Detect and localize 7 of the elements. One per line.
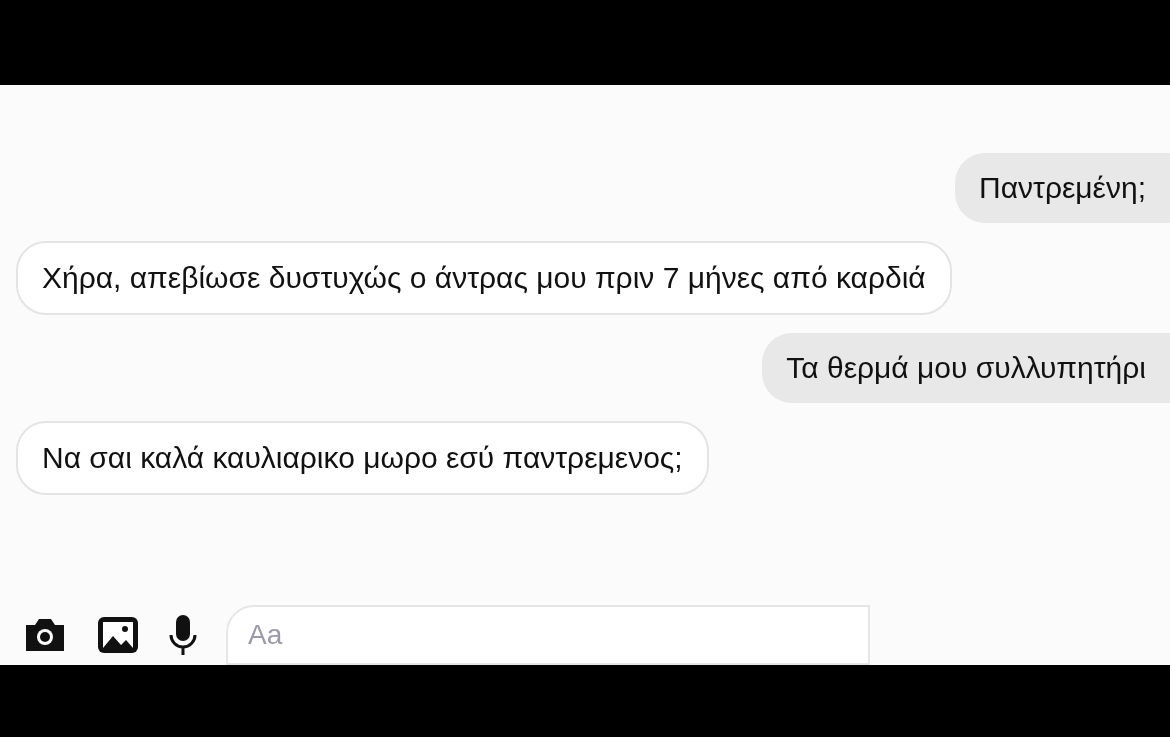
message-bubble: Να σαι καλά καυλιαρικο μωρο εσύ παντρεμενος; — [16, 421, 709, 495]
message-input[interactable]: Aa — [226, 605, 870, 665]
microphone-icon[interactable] — [168, 613, 198, 657]
message-bubble: Παντρεμένη; — [955, 153, 1170, 223]
message-bubble: Χήρα, απεβίωσε δυστυχώς ο άντρας μου πριν 7 μήνες από καρδιά — [16, 241, 952, 315]
message-bubble: Τα θερμά μου συλλυπητήρι — [762, 333, 1170, 403]
image-icon[interactable] — [96, 615, 140, 655]
